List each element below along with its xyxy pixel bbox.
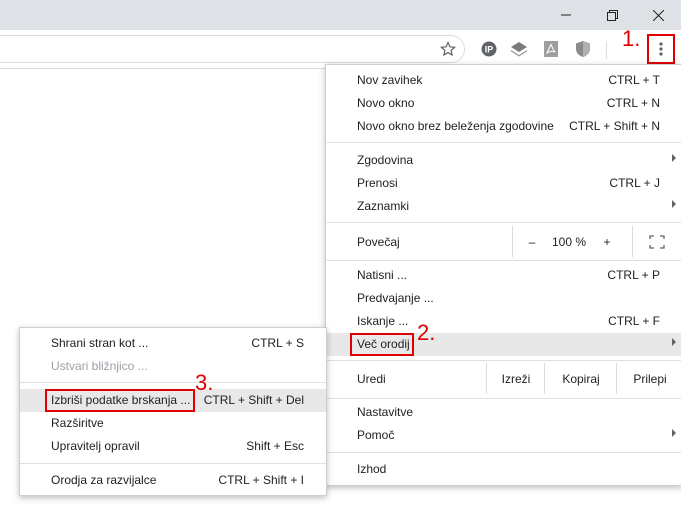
submenu-item-extensions[interactable]: Razširitve: [20, 412, 326, 435]
submenu-arrow-icon: [672, 429, 676, 437]
layers-extension-button[interactable]: [508, 38, 530, 60]
ip-extension-button[interactable]: IP: [478, 38, 500, 60]
menu-item-print[interactable]: Natisni ... CTRL + P: [326, 264, 681, 287]
submenu-item-developer-tools[interactable]: Orodja za razvijalce CTRL + Shift + I: [20, 469, 326, 492]
step-annotation-2: 2.: [417, 320, 436, 345]
browser-main-menu: Nov zavihek CTRL + T Novo okno CTRL + N …: [325, 64, 681, 486]
menu-separator: [326, 452, 681, 453]
menu-item-history[interactable]: Zgodovina: [326, 149, 681, 172]
title-bar: [0, 0, 681, 30]
menu-separator: [326, 260, 681, 261]
submenu-arrow-icon: [672, 154, 676, 162]
menu-item-cast[interactable]: Predvajanje ...: [326, 287, 681, 310]
menu-item-settings[interactable]: Nastavitve: [326, 401, 681, 424]
menu-separator: [326, 360, 681, 361]
three-dots-vertical-icon: [659, 42, 663, 56]
fullscreen-icon: [649, 234, 665, 249]
minimize-icon: [561, 14, 571, 16]
highlight-box-more-tools: [350, 333, 414, 356]
shield-extension-icon: [576, 41, 590, 57]
menu-separator: [20, 463, 326, 464]
bookmark-star-button[interactable]: [437, 38, 459, 60]
menu-separator: [326, 142, 681, 143]
more-tools-submenu: Shrani stran kot ... CTRL + S Ustvari bl…: [19, 327, 327, 496]
fullscreen-button[interactable]: [632, 226, 681, 257]
ip-extension-icon: IP: [481, 41, 497, 57]
star-icon: [440, 41, 456, 57]
close-icon: [652, 9, 664, 21]
zoom-in-button[interactable]: +: [588, 226, 626, 257]
menu-item-bookmarks[interactable]: Zaznamki: [326, 195, 681, 218]
browser-menu-button[interactable]: [647, 34, 675, 64]
toolbar-separator: [606, 41, 607, 59]
zoom-label: Povečaj: [357, 235, 400, 249]
menu-item-find[interactable]: Iskanje ... CTRL + F: [326, 310, 681, 333]
cut-button[interactable]: Izreži: [486, 363, 545, 394]
menu-item-exit[interactable]: Izhod: [326, 458, 681, 481]
menu-zoom-row: Povečaj – 100 % +: [326, 226, 681, 257]
svg-text:IP: IP: [485, 45, 494, 55]
submenu-item-task-manager[interactable]: Upravitelj opravil Shift + Esc: [20, 435, 326, 458]
menu-item-new-tab[interactable]: Nov zavihek CTRL + T: [326, 69, 681, 92]
menu-separator: [20, 382, 326, 383]
shield-extension-button[interactable]: [572, 38, 594, 60]
menu-item-new-window[interactable]: Novo okno CTRL + N: [326, 92, 681, 115]
layers-extension-icon: [511, 42, 527, 57]
restore-icon: [606, 9, 618, 21]
submenu-arrow-icon: [672, 338, 676, 346]
minimize-button[interactable]: [543, 0, 589, 30]
pdf-extension-icon: [544, 41, 558, 57]
zoom-level-value: 100 %: [551, 234, 587, 249]
submenu-item-create-shortcut: Ustvari bližnjico ...: [51, 359, 148, 373]
menu-item-help[interactable]: Pomoč: [326, 424, 681, 447]
edit-label: Uredi: [357, 372, 386, 386]
close-window-button[interactable]: [635, 0, 681, 30]
menu-separator: [326, 222, 681, 223]
zoom-out-button[interactable]: –: [512, 226, 551, 257]
menu-edit-row: Uredi Izreži Kopiraj Prilepi: [326, 363, 681, 397]
pdf-extension-button[interactable]: [540, 38, 562, 60]
highlight-box-clear-data: [45, 389, 195, 412]
menu-item-incognito-window[interactable]: Novo okno brez beleženja zgodovine CTRL …: [326, 115, 681, 138]
step-annotation-1: 1.: [622, 26, 641, 51]
copy-button[interactable]: Kopiraj: [544, 363, 617, 394]
paste-button[interactable]: Prilepi: [616, 363, 681, 394]
menu-item-downloads[interactable]: Prenosi CTRL + J: [326, 172, 681, 195]
address-bar[interactable]: [0, 35, 465, 63]
submenu-item-save-page[interactable]: Shrani stran kot ... CTRL + S: [20, 332, 326, 355]
submenu-arrow-icon: [672, 200, 676, 208]
menu-separator: [326, 398, 681, 399]
step-annotation-3: 3.: [195, 370, 214, 395]
